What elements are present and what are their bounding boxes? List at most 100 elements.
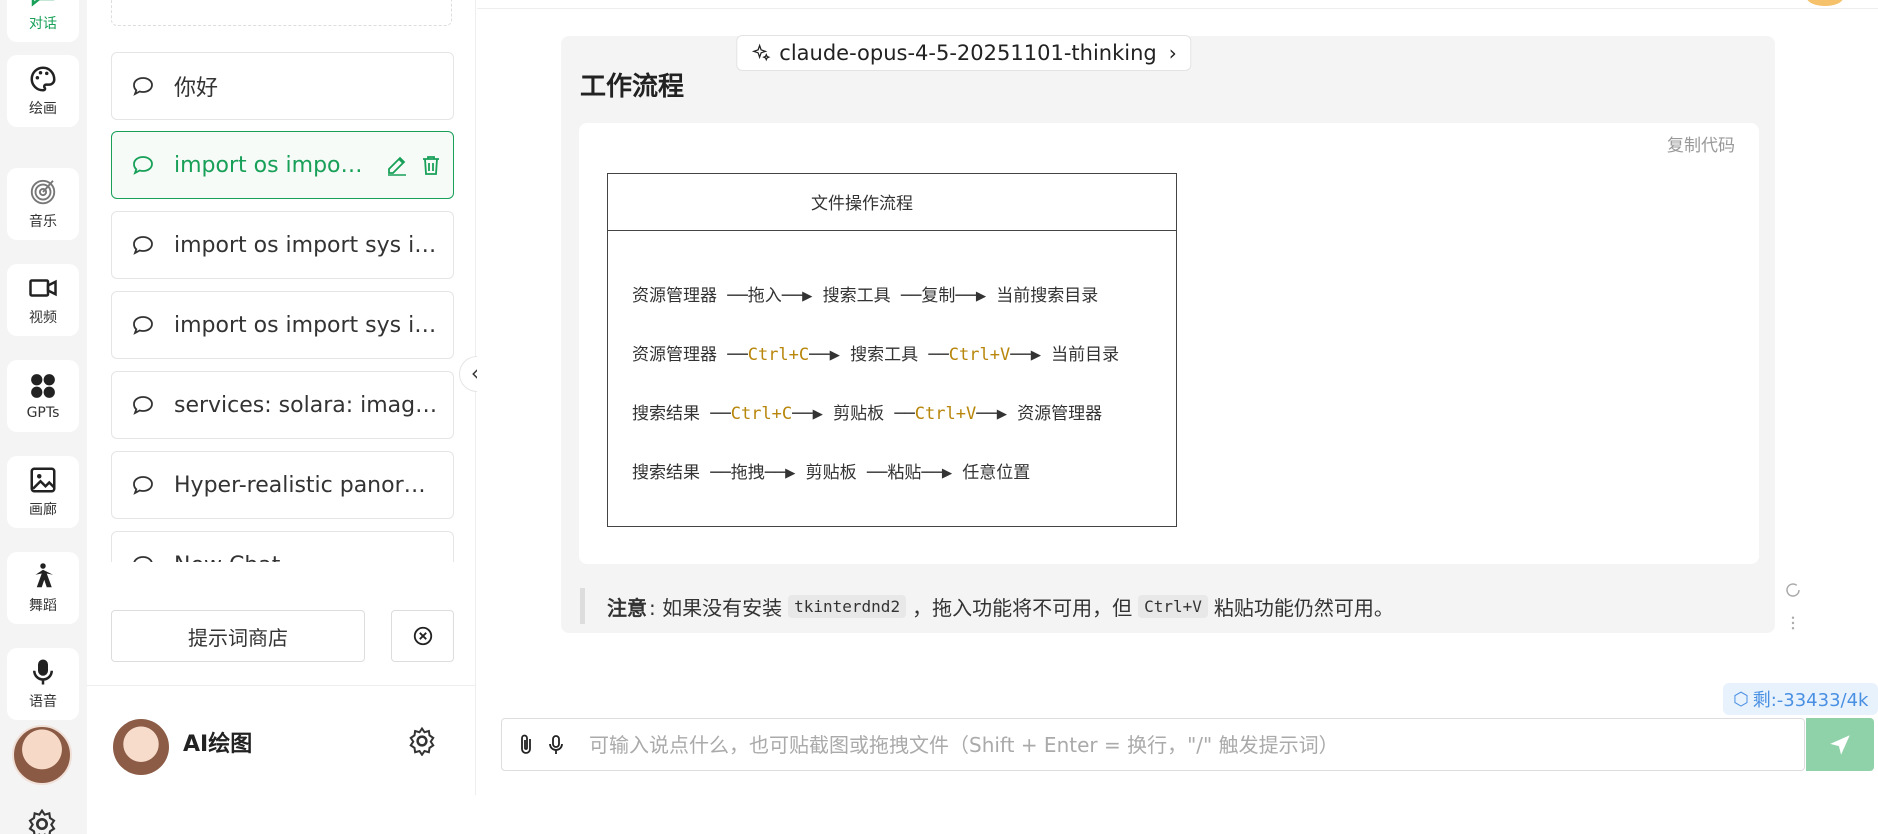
palette-icon (30, 66, 56, 92)
flow-row: 资源管理器 ──拖入──▶ 搜索工具 ──复制──▶ 当前搜索目录 (632, 281, 1098, 306)
flow-text: 资源管理器 ── (632, 345, 748, 365)
rail-item-label: 音乐 (29, 214, 57, 230)
flow-row: 搜索结果 ──Ctrl+C──▶ 剪贴板 ──Ctrl+V──▶ 资源管理器 (632, 399, 1102, 424)
flow-text: ──▶ 剪贴板 ── (792, 404, 915, 424)
flow-text: 搜索结果 ──拖拽──▶ 剪贴板 ──粘贴──▶ 任意位置 (632, 463, 1031, 483)
section-title: 工作流程 (580, 72, 685, 102)
chat-title: New Chat (174, 553, 453, 563)
rail-item-chat[interactable]: 对话 (7, 0, 79, 42)
chat-icon (31, 0, 55, 7)
settings-gear-icon[interactable] (26, 808, 58, 834)
dance-icon (35, 563, 53, 588)
chat-item[interactable]: Hyper-realistic panorami... (111, 451, 454, 519)
diagram-separator (608, 230, 1176, 231)
note-text: ，拖入功能将不可用，但 (912, 595, 1133, 620)
note-text: 粘贴功能仍然可用。 (1213, 595, 1394, 620)
flow-row: 搜索结果 ──拖拽──▶ 剪贴板 ──粘贴──▶ 任意位置 (632, 458, 1030, 483)
rail-item-gpts[interactable]: GPTs (7, 360, 79, 432)
chat-title: import os import ... (174, 152, 385, 178)
mic-icon (33, 659, 53, 685)
flow-text: ──▶ 搜索工具 ── (809, 345, 949, 365)
attachment-icon[interactable] (514, 733, 538, 757)
chat-title: import os import sys im... (174, 232, 453, 258)
message-icon (133, 316, 153, 335)
rail-item-label: 语音 (29, 694, 57, 710)
token-badge: ⬡ 剩:-33433/4k (1723, 683, 1878, 715)
chat-item[interactable]: 你好 (111, 52, 454, 120)
gallery-icon (30, 467, 56, 493)
prompt-store-label: 提示词商店 (188, 625, 288, 650)
message-icon (133, 556, 153, 562)
rail-item-label: 画廊 (29, 502, 57, 518)
token-count: 剩:-33433/4k (1752, 690, 1869, 711)
settings-gear-icon[interactable] (407, 726, 437, 756)
user-name: AI绘图 (183, 732, 253, 757)
chat-sidebar: 你好 import os import ... import os import… (87, 0, 476, 795)
rail-item-gallery[interactable]: 画廊 (7, 456, 79, 528)
chat-item[interactable]: services: solara: image: 1... (111, 371, 454, 439)
rail-item-label: GPTs (26, 405, 60, 421)
user-avatar[interactable] (113, 719, 169, 775)
chat-item[interactable]: import os import sys im... (111, 211, 454, 279)
clear-chats-button[interactable] (391, 610, 454, 662)
message-icon (133, 476, 153, 495)
top-bar (477, 0, 1878, 9)
left-rail: 对话 绘画 音乐 视频 GPTs 画廊 舞蹈 语音 (0, 0, 87, 834)
delete-icon[interactable] (419, 153, 443, 177)
message-icon (133, 77, 153, 96)
prompt-store-button[interactable]: 提示词商店 (111, 610, 365, 662)
key-combo: Ctrl+V (948, 345, 1011, 365)
chat-item-active[interactable]: import os import ... (111, 131, 454, 199)
chat-title: Hyper-realistic panorami... (174, 472, 453, 498)
key-combo: Ctrl+V (914, 404, 977, 424)
chat-title: services: solara: image: 1... (174, 392, 453, 418)
flow-text: 搜索结果 ── (632, 404, 731, 424)
inline-code: Ctrl+V (1138, 594, 1208, 618)
rail-item-label: 舞蹈 (29, 598, 57, 614)
message-icon (133, 156, 153, 175)
inline-code: tkinterdnd2 (788, 594, 907, 618)
rail-avatar[interactable] (12, 725, 72, 785)
refresh-icon[interactable] (1784, 581, 1802, 599)
microphone-icon[interactable] (544, 733, 568, 757)
flow-text: 资源管理器 ──拖入──▶ 搜索工具 ──复制──▶ 当前搜索目录 (632, 286, 1099, 306)
rail-item-dance[interactable]: 舞蹈 (7, 552, 79, 624)
note-text: : 如果没有安装 (649, 595, 783, 620)
note-blockquote: 注意 : 如果没有安装 tkinterdnd2 ，拖入功能将不可用，但 Ctrl… (580, 588, 1394, 624)
rail-item-label: 绘画 (29, 101, 57, 117)
send-button[interactable] (1806, 718, 1874, 771)
user-panel: AI绘图 (87, 685, 476, 795)
close-circle-icon (413, 626, 432, 646)
edit-icon[interactable] (385, 153, 409, 177)
token-icon: ⬡ (1733, 688, 1749, 710)
app-window: 对话 绘画 音乐 视频 GPTs 画廊 舞蹈 语音 你好 import os i… (0, 0, 1878, 834)
flow-row: 资源管理器 ──Ctrl+C──▶ 搜索工具 ──Ctrl+V──▶ 当前目录 (632, 340, 1119, 365)
rail-item-video[interactable]: 视频 (7, 264, 79, 336)
copy-code-button[interactable]: 复制代码 (1667, 131, 1735, 156)
message-input[interactable] (589, 727, 1689, 763)
more-vertical-icon[interactable] (1784, 614, 1802, 632)
code-block: 复制代码 文件操作流程 资源管理器 ──拖入──▶ 搜索工具 ──复制──▶ 当… (579, 123, 1759, 564)
message-icon (133, 236, 153, 255)
flow-text: ──▶ 当前目录 (1010, 345, 1120, 365)
key-combo: Ctrl+C (747, 345, 810, 365)
rail-item-draw[interactable]: 绘画 (7, 55, 79, 127)
rail-item-music[interactable]: 音乐 (7, 168, 79, 240)
new-chat-button[interactable] (111, 0, 452, 26)
diagram-title: 文件操作流程 (811, 194, 913, 214)
rail-item-voice[interactable]: 语音 (7, 648, 79, 720)
rail-item-label: 对话 (29, 16, 57, 32)
model-selector[interactable]: claude-opus-4-5-20251101-thinking › (736, 35, 1192, 71)
rail-item-label: 视频 (29, 310, 57, 326)
chevron-right-icon: › (1168, 41, 1177, 65)
flow-text: ──▶ 资源管理器 (976, 404, 1103, 424)
sparkle-icon (751, 43, 771, 62)
chat-title: import os import sys im... (174, 312, 453, 338)
music-icon (30, 179, 56, 205)
chat-list: 你好 import os import ... import os import… (111, 52, 454, 562)
message-icon (133, 396, 153, 415)
chat-item[interactable]: import os import sys im... (111, 291, 454, 359)
chat-title: 你好 (174, 76, 219, 101)
key-combo: Ctrl+C (730, 404, 793, 424)
chat-item[interactable]: New Chat (111, 531, 454, 562)
